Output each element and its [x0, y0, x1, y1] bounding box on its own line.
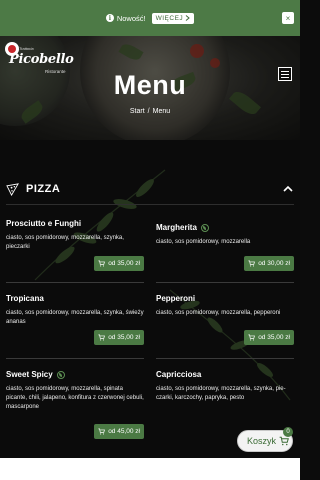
item-description: ciasto, sos pomidorowy, mozzarella, pepp…: [156, 310, 281, 316]
item-name: Sweet Spicy: [6, 370, 144, 379]
leaf-icon: [56, 370, 65, 379]
cart-icon: [279, 436, 289, 446]
divider: [156, 358, 294, 359]
more-button[interactable]: WIĘCEJ: [151, 12, 195, 24]
item-name: Tropicana: [6, 294, 44, 303]
cart-label: Koszyk: [247, 436, 277, 446]
add-to-cart-button[interactable]: od 35,00 zł: [94, 256, 144, 271]
category-title: PIZZA: [26, 183, 61, 195]
item-price: od 35,00 zł: [108, 334, 140, 341]
cart-icon: [98, 260, 106, 267]
item-price: od 45,00 zł: [108, 428, 140, 435]
item-name: Margherita: [156, 223, 294, 232]
menu-item[interactable]: Margherita ciasto, sos pomidorowy, mozza…: [156, 208, 294, 274]
menu-section: PIZZA Prosciutto e Funghi ciasto, sos po…: [0, 140, 300, 480]
add-to-cart-button[interactable]: od 45,00 zł: [94, 424, 144, 439]
cart-icon: [248, 334, 256, 341]
item-description: ciasto, sos pomidorowy, mozzarella, szyn…: [6, 310, 144, 325]
menu-item[interactable]: Pepperoni ciasto, sos pomidorowy, mozzar…: [156, 282, 294, 352]
logo-subtitle-top: Trattoria: [19, 46, 34, 51]
breadcrumb: Start / Menu: [0, 108, 300, 115]
logo-name: Picobello: [9, 52, 74, 67]
divider: [6, 282, 144, 283]
chevron-right-icon: [185, 15, 190, 21]
cart-icon: [248, 260, 256, 267]
info-icon: i: [105, 14, 114, 22]
item-price: od 35,00 zł: [258, 334, 290, 341]
item-name: Pepperoni: [156, 294, 196, 303]
item-description: ciasto, sos pomidorowy, mozzarella: [156, 239, 251, 245]
breadcrumb-current: Menu: [152, 108, 171, 115]
close-icon[interactable]: ×: [282, 12, 294, 24]
menu-item[interactable]: Tropicana ciasto, sos pomidorowy, mozzar…: [6, 282, 144, 352]
menu-item[interactable]: Prosciutto e Funghi ciasto, sos pomidoro…: [6, 208, 144, 274]
cart-icon: [98, 334, 106, 341]
cart-button[interactable]: Koszyk 0: [237, 427, 293, 452]
notice-text: Nowość!: [116, 13, 146, 23]
item-price: od 30,00 zł: [258, 260, 290, 267]
leaf-icon: [200, 223, 209, 232]
item-description: ciasto, sos pomidorowy, mozzarella, szyn…: [156, 386, 286, 401]
menu-item[interactable]: Sweet Spicy ciasto, sos pomidorowy, mozz…: [6, 358, 144, 442]
breadcrumb-separator: /: [147, 108, 150, 115]
cart-icon: [98, 428, 106, 435]
chevron-up-icon[interactable]: [282, 183, 294, 195]
breadcrumb-start[interactable]: Start: [130, 108, 145, 115]
add-to-cart-button[interactable]: od 30,00 zł: [244, 256, 294, 271]
add-to-cart-button[interactable]: od 35,00 zł: [244, 330, 294, 345]
item-name: Capricciosa: [156, 370, 202, 379]
footer-strip: [0, 458, 300, 480]
divider: [156, 282, 294, 283]
hero-banner: Trattoria Picobello Ristorante Menu Star…: [0, 36, 300, 140]
page-title: Menu: [113, 70, 187, 100]
divider: [6, 204, 294, 205]
item-description: ciasto, sos pomidorowy, mozzarella, spin…: [6, 386, 144, 410]
add-to-cart-button[interactable]: od 35,00 zł: [94, 330, 144, 345]
category-header[interactable]: PIZZA: [6, 178, 294, 200]
more-button-label: WIĘCEJ: [155, 14, 184, 22]
notification-bar: i Nowość! WIĘCEJ ×: [0, 0, 300, 36]
item-description: ciasto, sos pomidorowy, mozzarella, szyn…: [6, 235, 124, 250]
pizza-slice-icon: [6, 182, 19, 196]
item-price: od 35,00 zł: [108, 260, 140, 267]
cart-count-badge: 0: [283, 427, 293, 437]
item-name: Prosciutto e Funghi: [6, 219, 82, 228]
divider: [6, 358, 144, 359]
